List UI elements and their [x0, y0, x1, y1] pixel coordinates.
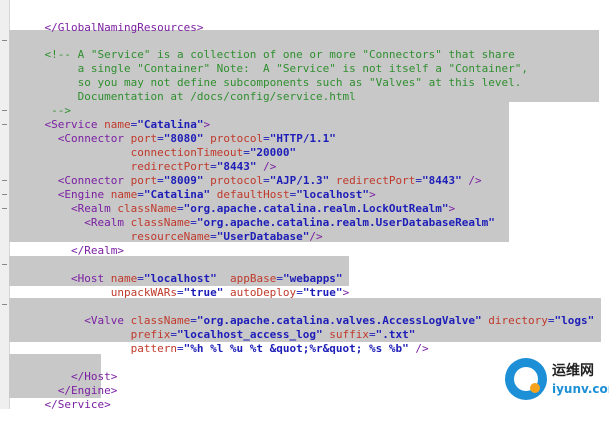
code-line: connectionTimeout="20000"	[18, 132, 297, 159]
fold-marker[interactable]	[2, 304, 7, 305]
tag-close: />	[461, 174, 482, 187]
code-line: <Valve className="org.apache.catalina.va…	[18, 300, 594, 327]
tag-close: </Service>	[44, 398, 111, 411]
code-line-comment: <!-- A "Service" is a collection of one …	[18, 34, 515, 61]
equals: =	[176, 342, 184, 355]
code-line: </Host>	[18, 356, 117, 383]
attr-value: "8443"	[422, 174, 462, 187]
attr-value: "%h %l %u %t &quot;%r&quot; %s %b"	[183, 342, 409, 355]
fold-marker[interactable]	[2, 124, 7, 125]
code-editor[interactable]: </GlobalNamingResources> <!-- A "Service…	[0, 0, 609, 411]
tag-close: />	[408, 342, 429, 355]
fold-marker[interactable]	[2, 194, 7, 195]
code-line: </GlobalNamingResources>	[18, 7, 204, 34]
tag-close: />	[309, 230, 323, 243]
code-line: <Connector port="8080" protocol="HTTP/1.…	[18, 118, 336, 145]
watermark: 运维网 iyunv.com	[505, 354, 609, 409]
code-line-comment: Documentation at /docs/config/service.ht…	[18, 76, 356, 103]
watermark-url: iyunv.com	[552, 382, 609, 396]
code-line: resourceName="UserDatabase"/>	[18, 216, 323, 243]
code-line: </Engine>	[18, 370, 118, 397]
code-line: </Realm>	[18, 230, 124, 257]
watermark-title: 运维网	[552, 363, 594, 379]
attr-value: "true"	[183, 286, 224, 299]
equals: =	[176, 286, 184, 299]
code-line: redirectPort="8443" />	[18, 146, 277, 173]
tag-close: </GlobalNamingResources>	[44, 21, 204, 34]
fold-marker[interactable]	[2, 208, 7, 209]
fold-marker[interactable]	[2, 110, 7, 111]
code-line: <Realm className="org.apache.catalina.re…	[18, 188, 455, 215]
watermark-logo-icon	[505, 358, 547, 400]
code-line: </Service>	[18, 384, 111, 411]
attr-name: directory	[481, 314, 548, 327]
code-line: <Host name="localhost" appBase="webapps"	[18, 258, 343, 285]
attr-value: "UserDatabase"	[216, 230, 310, 243]
tag-close: </Realm>	[44, 244, 124, 257]
fold-marker[interactable]	[2, 40, 7, 41]
code-line-comment: -->	[18, 90, 71, 117]
attr-name: unpackWARs	[44, 286, 177, 299]
code-line-comment: so you may not define subcomponents such…	[18, 62, 522, 89]
code-line: <Realm className="org.apache.catalina.re…	[18, 202, 495, 229]
code-line: <Connector port="8009" protocol="AJP/1.3…	[18, 160, 482, 187]
attr-name: pattern	[44, 342, 177, 355]
comment-text: Documentation at /docs/config/service.ht…	[44, 90, 356, 103]
code-line: <Service name="Catalina">	[18, 104, 211, 131]
code-line: pattern="%h %l %u %t &quot;%r&quot; %s %…	[18, 328, 429, 355]
equals: =	[296, 286, 303, 299]
code-line: <Engine name="Catalina" defaultHost="loc…	[18, 174, 376, 201]
code-line: prefix="localhost_access_log" suffix=".t…	[18, 314, 416, 341]
attr-value: "logs"	[554, 314, 595, 327]
fold-marker[interactable]	[2, 264, 7, 265]
code-line-comment: a single "Container" Note: A "Service" i…	[18, 48, 528, 75]
attr-name: autoDeploy	[223, 286, 297, 299]
attr-value: "true"	[302, 286, 343, 299]
code-line: unpackWARs="true" autoDeploy="true">	[18, 272, 349, 299]
equals: =	[210, 230, 217, 243]
tag-close: >	[342, 286, 350, 299]
fold-marker[interactable]	[2, 180, 7, 181]
